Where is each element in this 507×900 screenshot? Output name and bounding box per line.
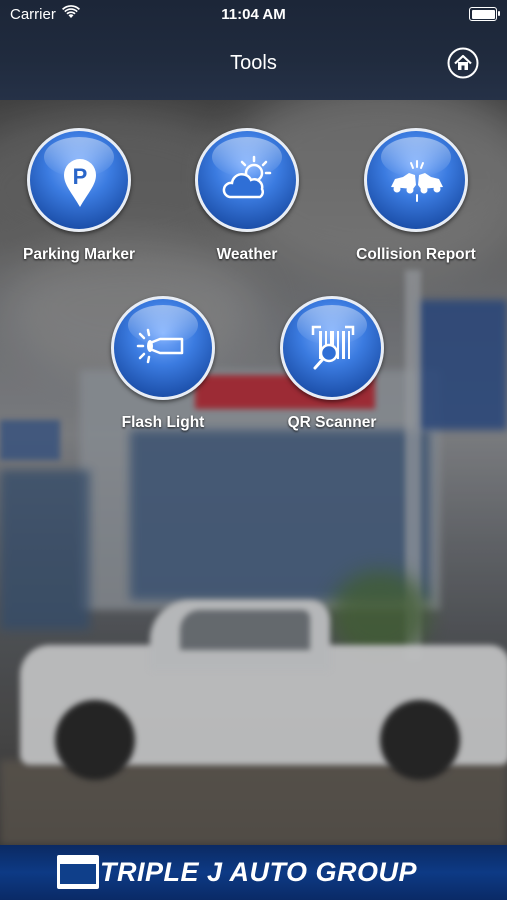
tool-label: Weather	[216, 246, 278, 263]
tool-label: Collision Report	[356, 246, 476, 263]
tool-collision-report[interactable]: Collision Report	[341, 128, 491, 264]
parking-marker-button[interactable]: P	[27, 128, 131, 232]
weather-icon	[222, 155, 272, 199]
tool-weather[interactable]: Weather	[172, 128, 322, 264]
tool-label: Parking Marker	[23, 246, 135, 263]
svg-text:P: P	[73, 164, 88, 189]
collision-icon	[391, 160, 443, 202]
home-icon	[447, 47, 479, 79]
qr-scanner-button[interactable]	[280, 296, 384, 400]
brand-logo-icon	[57, 855, 99, 889]
flash-light-button[interactable]	[111, 296, 215, 400]
parking-marker-icon: P	[64, 159, 96, 207]
footer-banner: TRIPLE J AUTO GROUP	[0, 845, 507, 900]
collision-report-button[interactable]	[364, 128, 468, 232]
tool-label: QR Scanner	[287, 414, 377, 431]
home-button[interactable]	[447, 47, 479, 79]
header: Carrier 11:04 AM Tools	[0, 0, 507, 100]
tool-label: Flash Light	[121, 414, 205, 431]
weather-button[interactable]	[195, 128, 299, 232]
clock: 11:04 AM	[221, 6, 286, 23]
tool-qr-scanner[interactable]: QR Scanner	[257, 296, 407, 432]
tool-flash-light[interactable]: Flash Light	[88, 296, 238, 432]
tool-parking-marker[interactable]: P Parking Marker	[4, 128, 154, 264]
battery-icon	[469, 7, 500, 21]
page-title: Tools	[230, 52, 277, 74]
qr-scanner-icon	[311, 325, 355, 370]
flashlight-icon	[136, 328, 184, 364]
brand-name: TRIPLE J AUTO GROUP	[100, 857, 418, 887]
status-bar: Carrier 11:04 AM	[0, 0, 507, 30]
